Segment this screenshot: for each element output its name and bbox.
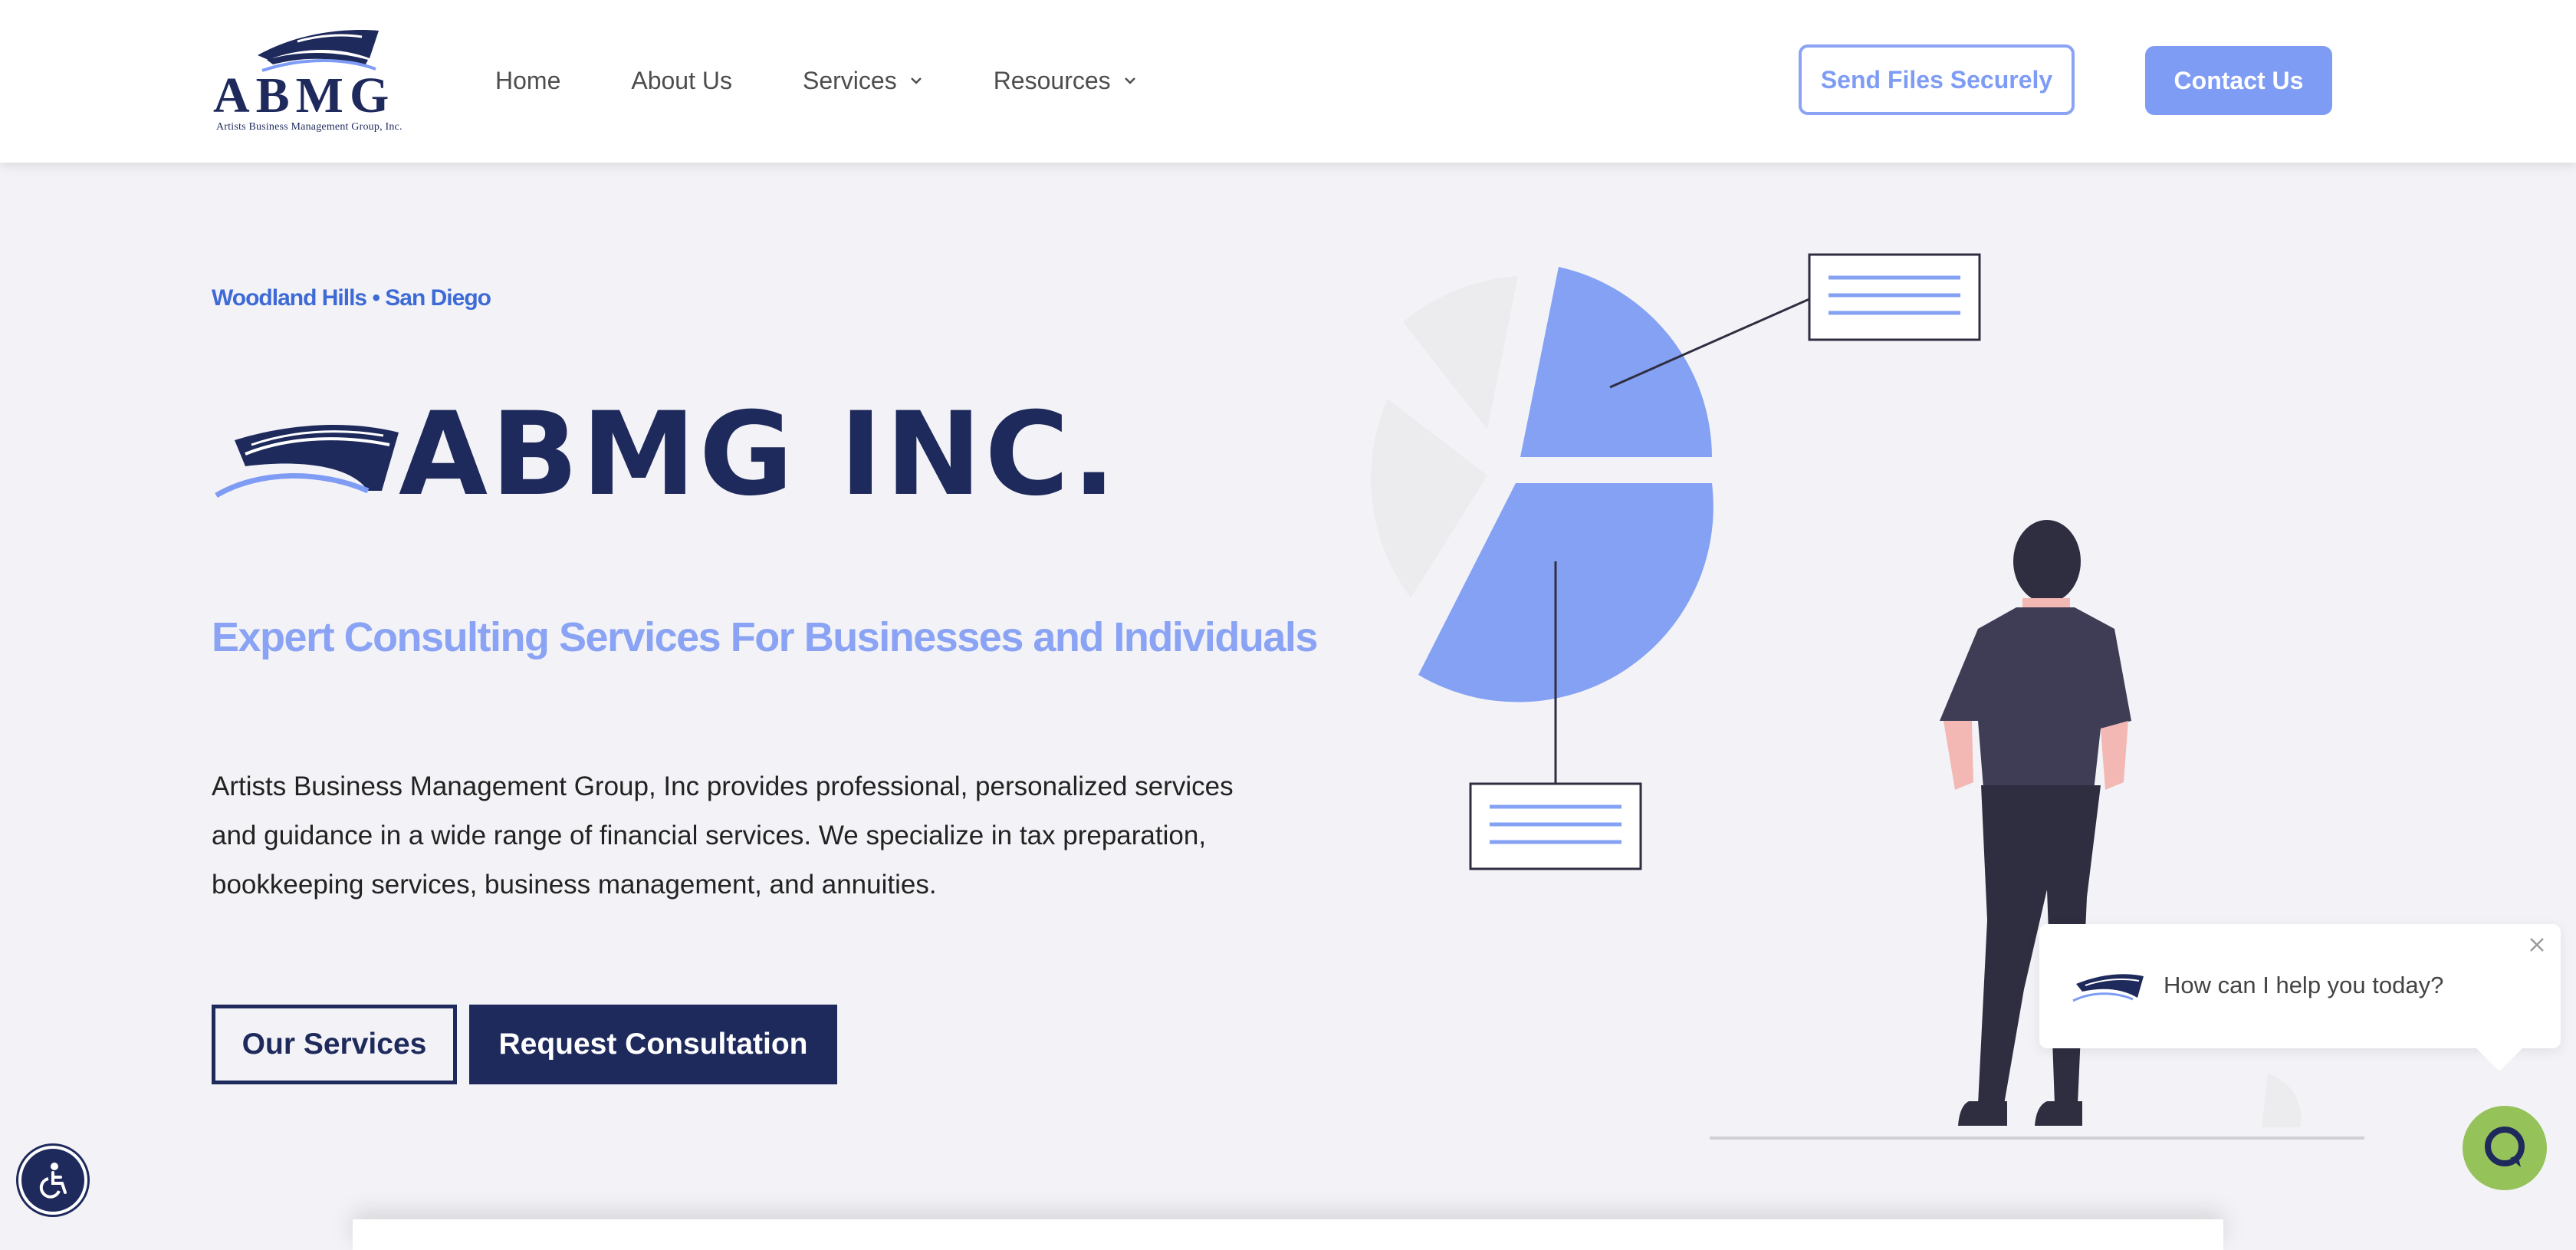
logo-letters: ABMG: [213, 67, 395, 118]
nav-services[interactable]: Services: [803, 67, 923, 95]
send-files-button[interactable]: Send Files Securely: [1799, 44, 2075, 115]
logo-swoosh-graphic: ABMG: [213, 30, 395, 123]
nav-about-us-label: About Us: [631, 66, 732, 94]
chat-prompt-bubble[interactable]: How can I help you today?: [2039, 924, 2561, 1071]
accessibility-button[interactable]: [18, 1146, 87, 1215]
hero-tagline: Expert Consulting Services For Businesse…: [212, 614, 1318, 660]
chat-launcher-button[interactable]: [2463, 1106, 2547, 1190]
nav-home[interactable]: Home: [495, 67, 560, 95]
accessibility-icon: [39, 1163, 67, 1199]
our-services-button[interactable]: Our Services: [212, 1005, 457, 1084]
chat-logo-icon: [2072, 974, 2144, 1002]
brand-wordmark: ABMG INC.: [399, 388, 1119, 521]
nav-resources-label: Resources: [993, 66, 1111, 94]
main-nav: Home About Us Services Resources: [495, 61, 1208, 100]
chat-bubble-tail: [2476, 1048, 2522, 1071]
site-logo[interactable]: ABMG Artists Business Management Group, …: [212, 26, 414, 138]
nav-home-label: Home: [495, 66, 561, 94]
chat-icon: [2485, 1127, 2525, 1167]
request-consultation-button[interactable]: Request Consultation: [469, 1005, 837, 1084]
chevron-down-icon: [910, 77, 922, 84]
hero-brand-logo: ABMG INC.: [215, 397, 1116, 512]
site-header: ABMG Artists Business Management Group, …: [0, 0, 2576, 163]
chevron-down-icon: [1124, 77, 1135, 84]
office-locations: Woodland Hills • San Diego: [212, 285, 491, 311]
nav-about-us[interactable]: About Us: [631, 67, 732, 95]
next-section-edge: [353, 1219, 2223, 1250]
nav-services-label: Services: [802, 66, 897, 94]
hero-description: Artists Business Management Group, Inc p…: [212, 771, 1234, 900]
logo-tagline: Artists Business Management Group, Inc.: [216, 121, 402, 133]
close-icon[interactable]: [2525, 933, 2548, 956]
chat-prompt-text: How can I help you today?: [2164, 972, 2444, 998]
swoosh-logo-icon: [215, 424, 399, 498]
contact-us-button[interactable]: Contact Us: [2145, 46, 2332, 115]
nav-resources[interactable]: Resources: [994, 67, 1137, 95]
